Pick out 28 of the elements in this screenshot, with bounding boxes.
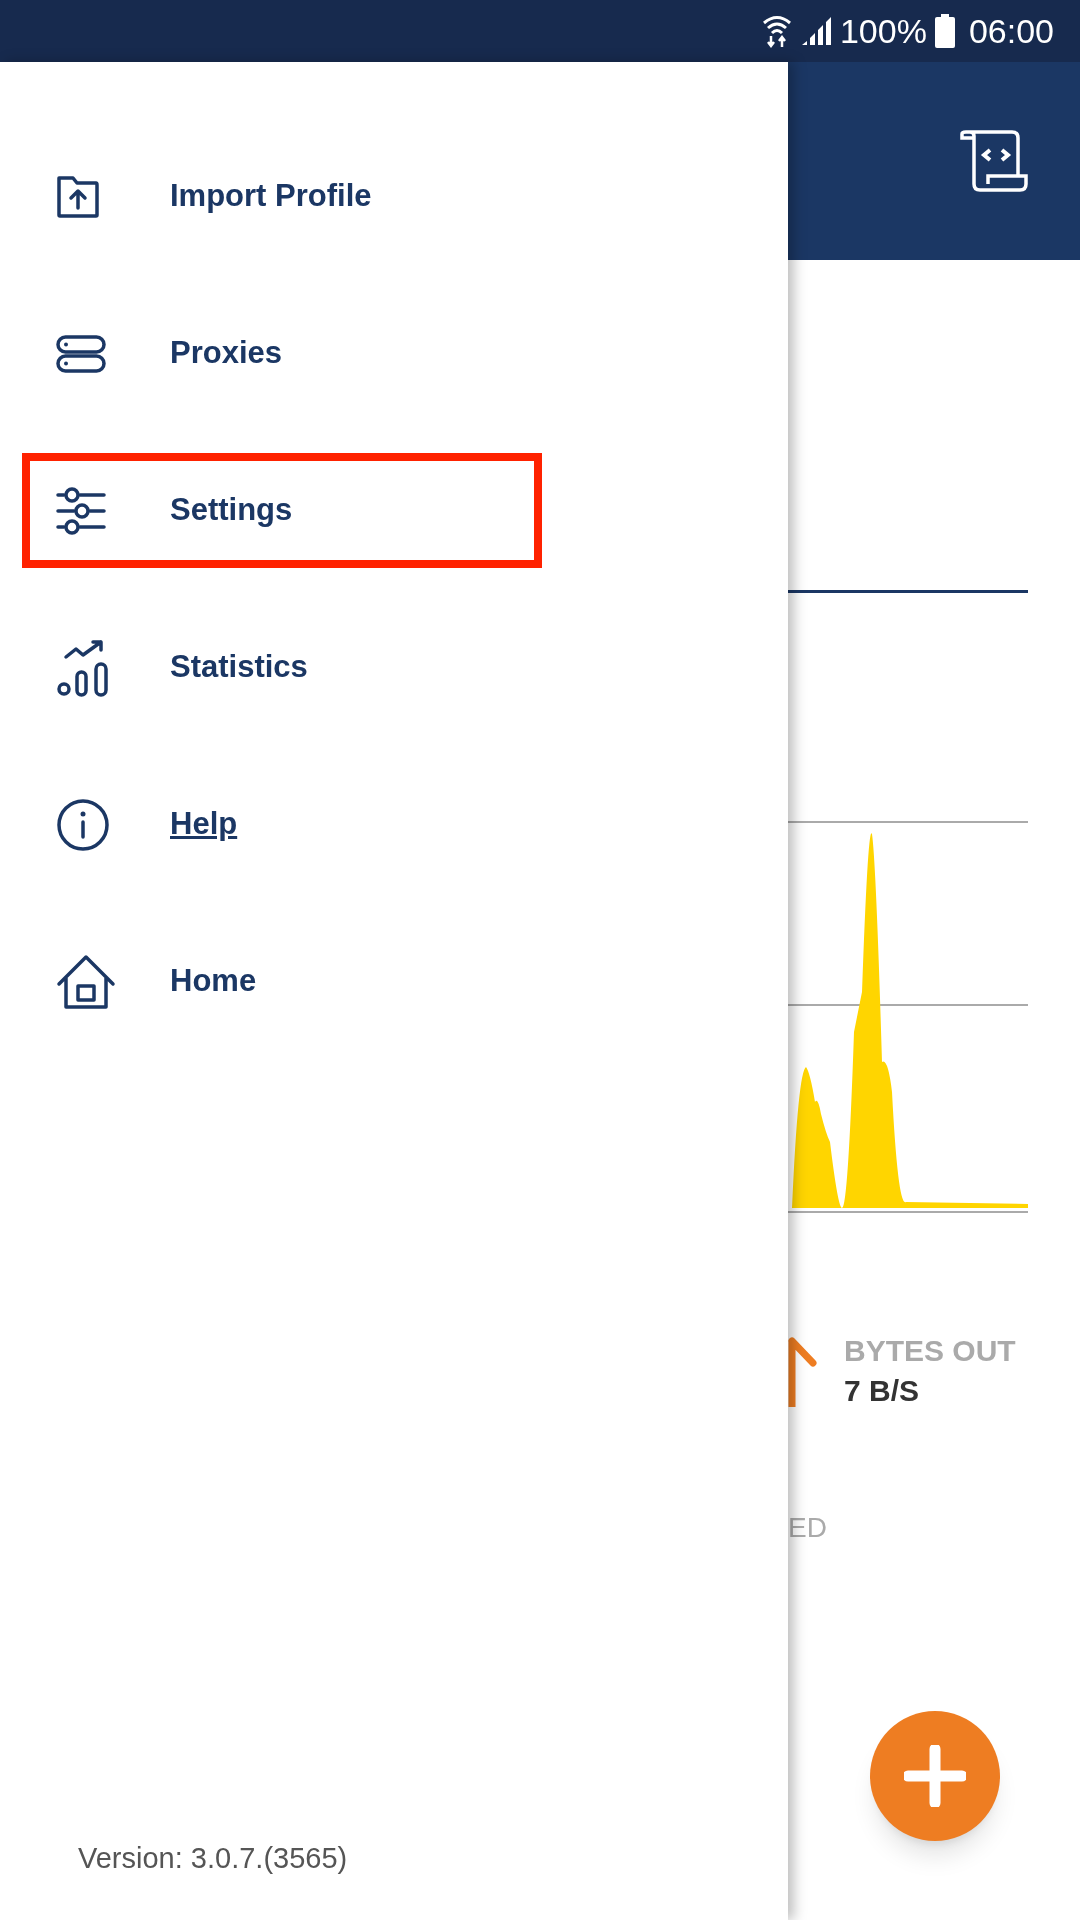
script-icon[interactable]: [960, 130, 1028, 192]
menu-label: Proxies: [170, 334, 282, 373]
menu-item[interactable]: Settings: [22, 453, 542, 568]
menu-label: Help: [170, 805, 238, 844]
sliders-icon: [56, 486, 106, 535]
menu-label: Statistics: [170, 648, 308, 687]
status-label: ED: [788, 1511, 828, 1545]
wifi-icon: [761, 13, 792, 49]
server-icon: [56, 334, 106, 373]
version-text: Version: 3.0.7.(3565): [78, 1840, 349, 1876]
menu-item[interactable]: Help: [22, 767, 542, 882]
plus-icon: [904, 1745, 966, 1807]
menu-item[interactable]: Import Profile: [22, 139, 542, 254]
menu-label: Home: [170, 962, 257, 1001]
battery-percent: 100%: [839, 10, 927, 52]
battery-icon: [934, 14, 955, 48]
info-icon: [56, 797, 110, 852]
clock: 06:00: [968, 10, 1054, 52]
menu-label: Settings: [170, 491, 293, 530]
menu-item[interactable]: Home: [22, 924, 542, 1039]
home-icon: [56, 953, 116, 1010]
menu-item[interactable]: Statistics: [22, 610, 542, 725]
chart-growth-icon: [56, 638, 110, 697]
menu-label: Import Profile: [170, 177, 372, 216]
folder-upload-icon: [56, 174, 100, 219]
stat-value: 7 B/S: [844, 1373, 921, 1409]
stat-label: BYTES OUT: [844, 1333, 1016, 1369]
menu-item[interactable]: Proxies: [22, 296, 542, 411]
